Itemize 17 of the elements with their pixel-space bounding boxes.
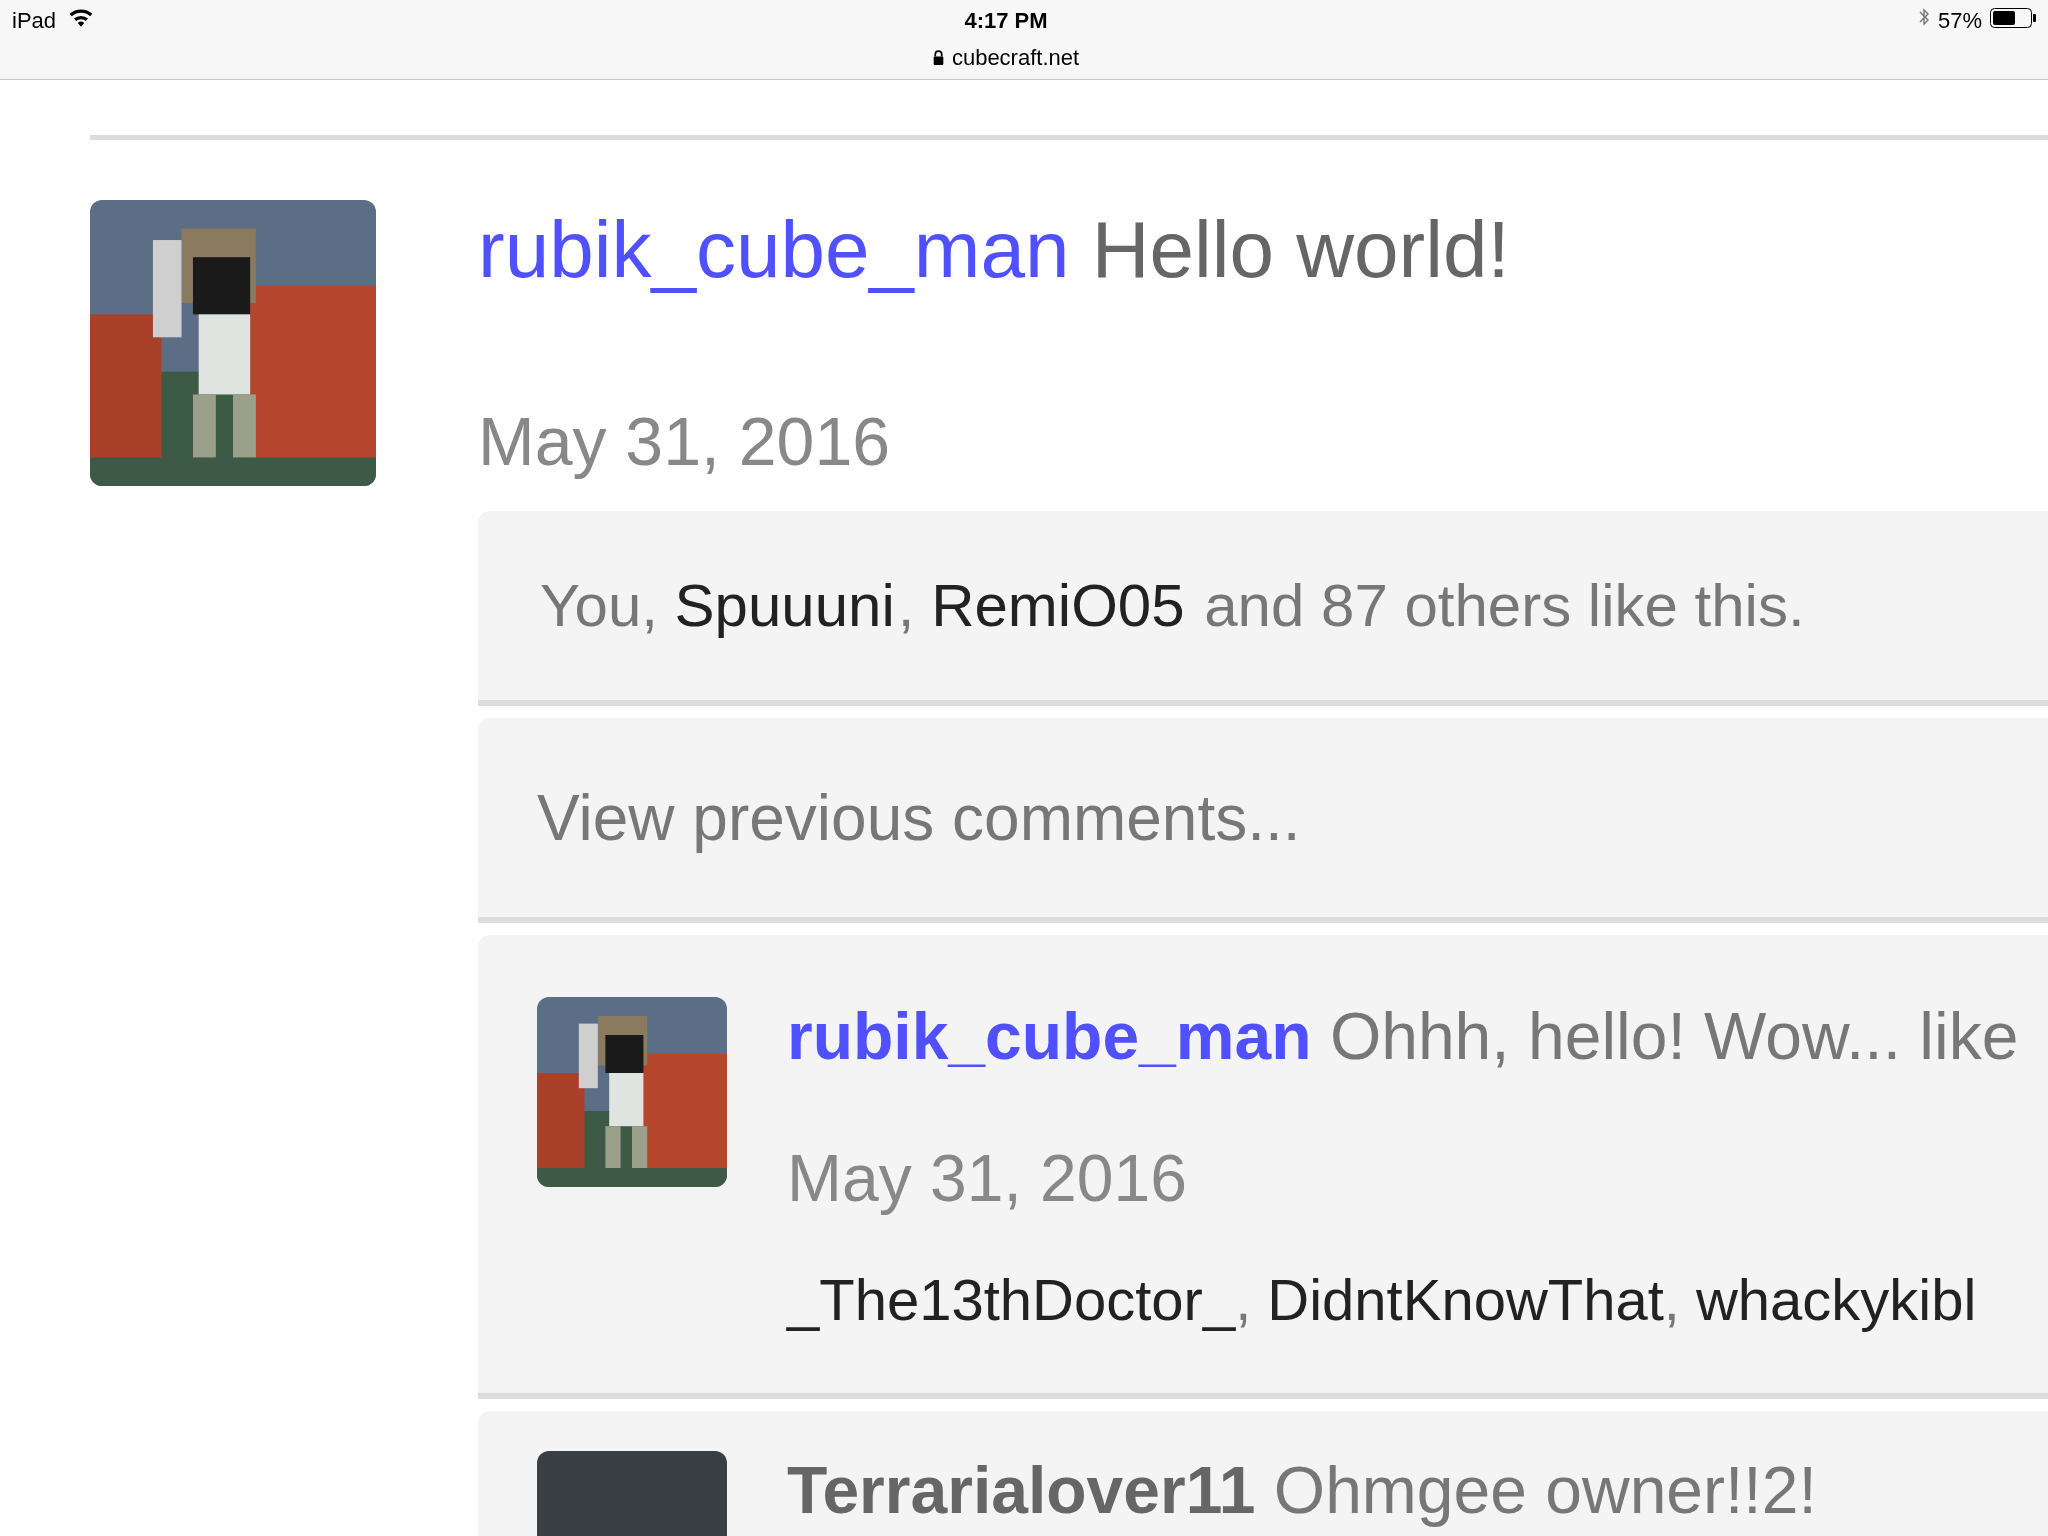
bluetooth-icon bbox=[1917, 6, 1930, 28]
author-link[interactable]: Terrarialover11 bbox=[787, 1453, 1256, 1527]
url-text[interactable]: cubecraft.net bbox=[951, 41, 1080, 74]
battery-percent: 57% bbox=[1937, 7, 1982, 35]
user-link[interactable]: RemiO05 bbox=[931, 571, 1185, 639]
likes-text: You, Spuuuni, RemiO05 and 87 others like this. bbox=[539, 570, 1805, 641]
device-name: iPad bbox=[12, 7, 57, 35]
lock-icon bbox=[932, 50, 944, 65]
user-link[interactable]: _The13thDoctor_, bbox=[787, 1267, 1252, 1332]
user-link[interactable]: DidntKnowThat, bbox=[1267, 1267, 1680, 1332]
clock-time: 4:17 PM bbox=[964, 7, 1048, 35]
view-previous-comments-button[interactable]: View previous comments... bbox=[478, 718, 2048, 923]
battery-icon bbox=[1990, 8, 2036, 28]
user-link[interactable]: whackykibl bbox=[1695, 1267, 1977, 1332]
user-link[interactable]: Spuuuni bbox=[674, 571, 895, 639]
wifi-icon bbox=[68, 8, 95, 28]
author-link[interactable]: rubik_cube_man bbox=[478, 205, 1070, 294]
